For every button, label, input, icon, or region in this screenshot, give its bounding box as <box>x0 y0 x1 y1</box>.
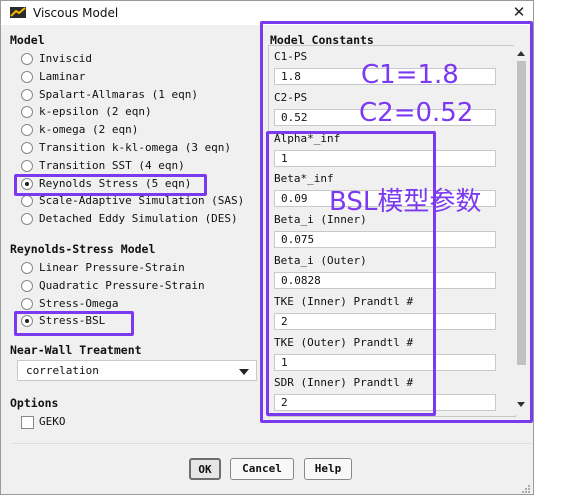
radio-label: Linear Pressure-Strain <box>39 261 185 274</box>
radio-button-icon[interactable] <box>21 106 33 119</box>
radio-button-icon[interactable] <box>21 297 33 310</box>
radio-label: Spalart-Allmaras (1 eqn) <box>39 87 198 101</box>
resize-grip-icon[interactable] <box>521 484 531 494</box>
near-wall-section-label: Near-Wall Treatment <box>10 343 142 357</box>
radio-button-icon[interactable] <box>21 279 33 292</box>
close-icon[interactable]: ✕ <box>509 2 529 22</box>
radio-button-icon[interactable] <box>21 53 33 65</box>
geko-checkbox[interactable] <box>21 416 34 429</box>
annotation-c1: C1=1.8 <box>361 60 459 90</box>
radio-button-icon[interactable] <box>21 88 33 101</box>
radio-label: Laminar <box>39 69 86 83</box>
geko-label: GEKO <box>39 415 66 428</box>
radio-label: k-epsilon (2 eqn) <box>39 105 152 119</box>
near-wall-treatment-dropdown[interactable]: correlation <box>17 360 257 381</box>
fluent-app-icon <box>10 7 26 18</box>
radio-label: Detached Eddy Simulation (DES) <box>39 212 238 226</box>
chevron-down-icon <box>239 369 249 375</box>
viscous-model-dialog: Viscous Model ✕ Model Inviscid Laminar Spa… <box>0 0 534 495</box>
radio-label: Inviscid <box>39 52 92 65</box>
radio-button-icon[interactable] <box>21 124 33 137</box>
radio-button-icon[interactable] <box>21 262 33 274</box>
model-section-label: Model <box>10 33 45 47</box>
radio-button-icon[interactable] <box>21 159 33 172</box>
radio-button-icon[interactable] <box>21 70 33 83</box>
highlight-bsl-parameters <box>266 131 436 416</box>
annotation-c2: C2=0.52 <box>359 98 474 128</box>
highlight-stress-bsl <box>14 311 134 336</box>
reynolds-stress-section-label: Reynolds-Stress Model <box>10 242 156 256</box>
radio-label: Transition k-kl-omega (3 eqn) <box>39 141 232 154</box>
near-wall-treatment-value: correlation <box>26 364 99 377</box>
radio-button-icon[interactable] <box>21 142 33 154</box>
radio-button-icon[interactable] <box>21 213 33 226</box>
radio-button-icon[interactable] <box>21 195 33 208</box>
radio-label: Transition SST (4 eqn) <box>39 158 185 172</box>
highlight-reynolds-stress <box>14 174 207 196</box>
radio-label: k-omega (2 eqn) <box>39 123 139 137</box>
ok-button[interactable]: OK <box>189 458 221 480</box>
window-title: Viscous Model <box>33 6 119 20</box>
footer-divider <box>11 443 531 444</box>
options-section-label: Options <box>10 396 59 410</box>
help-button[interactable]: Help <box>304 458 352 480</box>
annotation-bsl: BSL模型参数 <box>329 187 482 217</box>
cancel-button[interactable]: Cancel <box>230 458 294 480</box>
radio-label: Stress-Omega <box>39 296 119 310</box>
radio-label: Quadratic Pressure-Strain <box>39 278 205 292</box>
